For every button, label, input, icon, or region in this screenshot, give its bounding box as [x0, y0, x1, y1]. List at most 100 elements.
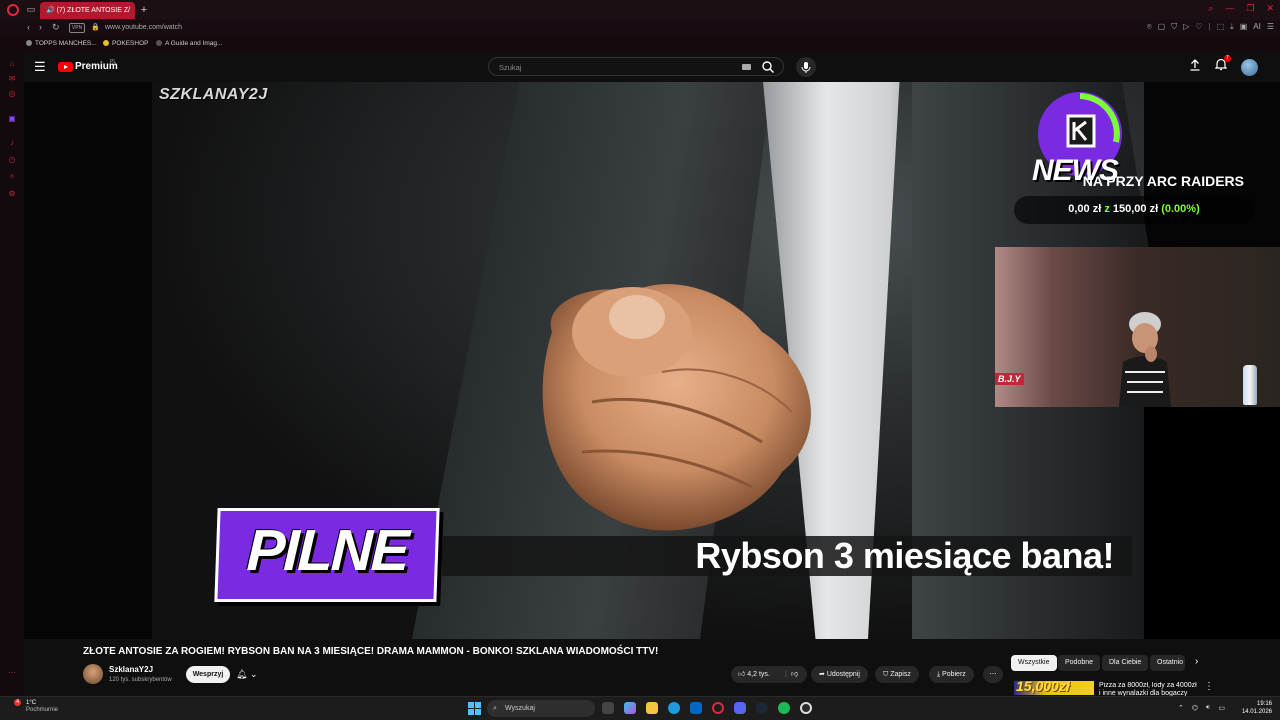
battery-icon[interactable]: ▭ — [1218, 704, 1225, 712]
save-button[interactable]: ⛉ Zapisz — [875, 666, 919, 683]
edge-icon[interactable] — [668, 702, 680, 714]
channel-watermark: SZKLANAY2J — [159, 86, 268, 103]
sidebar-history-icon[interactable]: ◷ — [7, 155, 17, 165]
extensions-icon[interactable]: ⬚ — [1217, 22, 1225, 32]
bottle-image — [1243, 365, 1257, 405]
temperature: 1°C — [26, 700, 37, 706]
donation-goal-title: NA PRZY ARC RAIDERS — [1082, 173, 1244, 189]
thumbs-down-icon: 👎︎ — [791, 671, 799, 678]
more-actions-button[interactable]: ⋯ — [983, 666, 1003, 683]
more-vertical-icon[interactable]: ⋮ — [1204, 681, 1214, 692]
windows-taskbar: 4 1°C Pochmurnie ⌕ Wyszukaj ⌃ ⌬ 🔉︎ ▭ 19:… — [0, 696, 1280, 720]
tab-active[interactable]: 🔊 (7) ZŁOTE ANTOSIE Z/ — [40, 2, 135, 19]
bookmark-item[interactable]: A Guide and Imag... — [156, 40, 222, 47]
voice-search-button[interactable] — [796, 57, 816, 77]
taskbar-search[interactable]: ⌕ Wyszukaj — [487, 700, 595, 717]
box-icon[interactable]: ▣ — [1240, 22, 1248, 32]
region-label: PL — [110, 59, 117, 65]
opera-taskbar-icon[interactable] — [712, 702, 724, 714]
lock-icon: 🔒 — [91, 24, 100, 31]
donation-goal: 0,00 zł z 150,00 zł (0.00%) — [1014, 196, 1254, 224]
sidebar-settings-icon[interactable]: ⚙ — [7, 189, 17, 199]
search-tabs-icon[interactable]: ⌕ — [1208, 3, 1213, 17]
heart-icon[interactable]: ♡ — [1195, 22, 1202, 32]
sidebar-home-icon[interactable]: ⌂ — [7, 59, 17, 69]
volume-icon[interactable]: 🔉︎ — [1206, 704, 1210, 712]
subscription-bell-button[interactable]: 🔔︎ ⌄ — [236, 666, 270, 683]
channel-name[interactable]: SzklanaY2J — [109, 665, 153, 674]
search-button[interactable] — [761, 60, 775, 74]
chevron-up-icon[interactable]: ⌃ — [1178, 704, 1184, 712]
download-icon[interactable]: ⤓ — [1230, 22, 1234, 32]
close-button[interactable]: ✕ — [1266, 3, 1274, 17]
share-button[interactable]: ➦ Udostępnij — [811, 666, 868, 683]
store-icon[interactable] — [690, 702, 702, 714]
back-icon[interactable]: ‹ — [27, 22, 30, 32]
copilot-icon[interactable] — [624, 702, 636, 714]
recommendation-thumbnail[interactable]: 15,000zł — [1014, 681, 1094, 695]
minimize-button[interactable]: — — [1225, 3, 1234, 17]
upload-icon — [1190, 59, 1200, 71]
search-input[interactable] — [497, 61, 727, 73]
youtube-logo-icon[interactable] — [58, 62, 73, 72]
support-button[interactable]: Wesprzyj — [186, 666, 230, 683]
sidebar-pin-icon[interactable]: ✧ — [7, 172, 17, 182]
bookmark-icon — [156, 40, 162, 46]
maximize-button[interactable]: ❐ — [1246, 3, 1254, 17]
file-explorer-icon[interactable] — [646, 702, 658, 714]
like-count: 4,2 tys. — [747, 671, 770, 678]
sidebar-messenger-icon[interactable]: ✉ — [7, 74, 17, 84]
bookmark-item[interactable]: TOPPS MANCHES... — [26, 40, 97, 47]
chip-recent[interactable]: Ostatnio — [1150, 655, 1185, 671]
url-field[interactable]: www.youtube.com/watch — [105, 22, 182, 34]
discord-icon[interactable] — [734, 702, 746, 714]
steam-icon[interactable] — [756, 702, 768, 714]
search-icon — [762, 61, 774, 73]
address-bar-tools: ⌾ ▢ ⛉ ▷ ♡ | ⬚ ⤓ ▣ AI ☰ — [1147, 22, 1274, 32]
opera-logo-icon[interactable] — [7, 4, 19, 16]
shield-icon[interactable]: ⛉ — [1171, 22, 1177, 32]
microphone-icon — [801, 62, 811, 73]
new-tab-button[interactable]: + — [138, 3, 150, 17]
windows-start-icon[interactable] — [468, 702, 481, 715]
play-icon[interactable]: ▷ — [1183, 22, 1189, 32]
taskview-icon[interactable] — [602, 702, 614, 714]
chevron-right-icon[interactable]: › — [1195, 656, 1198, 667]
keyboard-icon[interactable] — [742, 64, 751, 70]
streamer-image — [1119, 312, 1171, 407]
sidebar-more-icon[interactable]: ⋯ — [7, 668, 17, 678]
chip-for-you[interactable]: Dla Ciebie — [1102, 655, 1149, 671]
goal-current: 0,00 zł — [1068, 203, 1102, 215]
spotify-icon[interactable] — [778, 702, 790, 714]
video-title: ZŁOTE ANTOSIE ZA ROGIEM! RYBSON BAN NA 3… — [83, 646, 659, 657]
like-button[interactable]: 👍︎ 4,2 tys. — [738, 666, 770, 683]
download-button[interactable]: ⤓ Pobierz — [929, 666, 974, 683]
recommendation-title[interactable]: Pizza za 8000zł, lody za 4000zł i inne w… — [1099, 682, 1199, 697]
weather-widget[interactable]: 1°C Pochmurnie — [26, 700, 58, 713]
sidebar-player-icon[interactable]: ♪ — [7, 138, 17, 148]
sidebar-instagram-icon[interactable]: ◎ — [7, 89, 17, 99]
vpn-badge[interactable]: VPN — [69, 23, 85, 33]
menu-lines-icon[interactable]: ☰ — [1267, 22, 1274, 32]
reload-icon[interactable]: ↻ — [52, 22, 60, 33]
chip-similar[interactable]: Podobne — [1058, 655, 1101, 671]
obs-icon[interactable] — [800, 702, 812, 714]
clock[interactable]: 19:16 14.01.2026 — [1238, 700, 1272, 716]
video-player[interactable]: SZKLANAY2J PILNE Rybson 3 miesiące bana!… — [24, 82, 1280, 639]
chip-all[interactable]: Wszystkie — [1011, 655, 1057, 671]
webcam-overlay: B.J.Y — [995, 247, 1280, 407]
dislike-button[interactable]: 👎︎ — [791, 666, 798, 683]
upload-button[interactable] — [1189, 58, 1201, 76]
workspace-icon[interactable]: ▭ — [26, 4, 36, 14]
avatar[interactable] — [1241, 58, 1258, 76]
camera-icon[interactable]: ⌾ — [1147, 22, 1152, 32]
snapshot-icon[interactable]: ▢ — [1158, 22, 1166, 32]
ai-icon[interactable]: AI — [1253, 22, 1261, 32]
network-icon[interactable]: ⌬ — [1192, 704, 1198, 712]
sidebar-twitch-icon[interactable]: ▣ — [7, 114, 17, 124]
notifications-button[interactable]: 7 — [1214, 55, 1231, 76]
bookmark-item[interactable]: POKESHOP — [103, 40, 148, 47]
hamburger-menu-icon[interactable]: ☰ — [34, 60, 48, 74]
channel-avatar[interactable] — [83, 664, 103, 684]
forward-icon[interactable]: › — [39, 22, 42, 32]
